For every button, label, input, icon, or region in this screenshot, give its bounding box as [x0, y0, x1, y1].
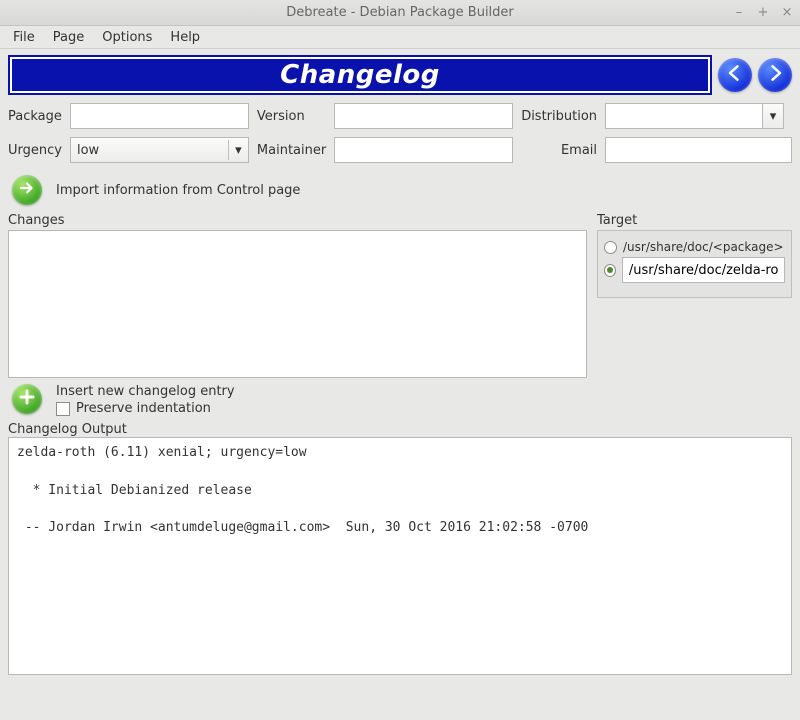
urgency-value: low [77, 143, 99, 158]
next-page-button[interactable] [758, 58, 792, 92]
menu-options[interactable]: Options [95, 28, 159, 47]
arrow-right-icon [765, 63, 785, 87]
package-input[interactable] [70, 103, 249, 129]
chevron-down-icon: ▾ [770, 109, 777, 124]
version-label: Version [257, 109, 326, 124]
target-option-package: /usr/share/doc/<package> [623, 240, 784, 254]
target-group: /usr/share/doc/<package> [597, 230, 792, 298]
page-title: Changelog [280, 60, 440, 90]
email-input[interactable] [605, 137, 792, 163]
window-title: Debreate - Debian Package Builder [286, 5, 514, 20]
maximize-icon[interactable]: + [756, 5, 770, 20]
version-input[interactable] [334, 103, 513, 129]
email-label: Email [521, 143, 597, 158]
menu-bar: File Page Options Help [0, 26, 800, 49]
maintainer-label: Maintainer [257, 143, 326, 158]
menu-file[interactable]: File [6, 28, 42, 47]
distribution-label: Distribution [521, 109, 597, 124]
maintainer-input[interactable] [334, 137, 513, 163]
import-from-control-button[interactable] [12, 175, 42, 205]
chevron-down-icon: ▾ [228, 140, 248, 160]
urgency-label: Urgency [8, 143, 62, 158]
prev-page-button[interactable] [718, 58, 752, 92]
urgency-select[interactable]: low ▾ [70, 137, 249, 163]
package-label: Package [8, 109, 62, 124]
changelog-output-label: Changelog Output [8, 422, 792, 437]
import-label: Import information from Control page [56, 183, 300, 198]
target-custom-input[interactable] [622, 257, 785, 283]
preserve-indentation-label: Preserve indentation [76, 401, 211, 416]
insert-changelog-button[interactable] [12, 384, 42, 414]
preserve-indentation-checkbox[interactable] [56, 402, 70, 416]
window-titlebar: Debreate - Debian Package Builder – + × [0, 0, 800, 26]
changes-textarea[interactable] [8, 230, 587, 378]
target-label: Target [597, 213, 637, 228]
changelog-output[interactable]: zelda-roth (6.11) xenial; urgency=low * … [8, 437, 792, 675]
minimize-icon[interactable]: – [732, 5, 746, 20]
distribution-dropdown-button[interactable]: ▾ [762, 103, 784, 129]
arrow-right-icon [18, 179, 36, 201]
close-icon[interactable]: × [780, 5, 794, 20]
distribution-input[interactable] [605, 103, 762, 129]
arrow-left-icon [725, 63, 745, 87]
target-radio-custom[interactable] [604, 264, 616, 277]
target-radio-package[interactable] [604, 241, 617, 254]
plus-icon [18, 388, 36, 410]
changes-label: Changes [8, 213, 587, 228]
page-title-banner: Changelog [8, 55, 712, 95]
menu-page[interactable]: Page [46, 28, 91, 47]
insert-label: Insert new changelog entry [56, 384, 235, 399]
menu-help[interactable]: Help [163, 28, 207, 47]
